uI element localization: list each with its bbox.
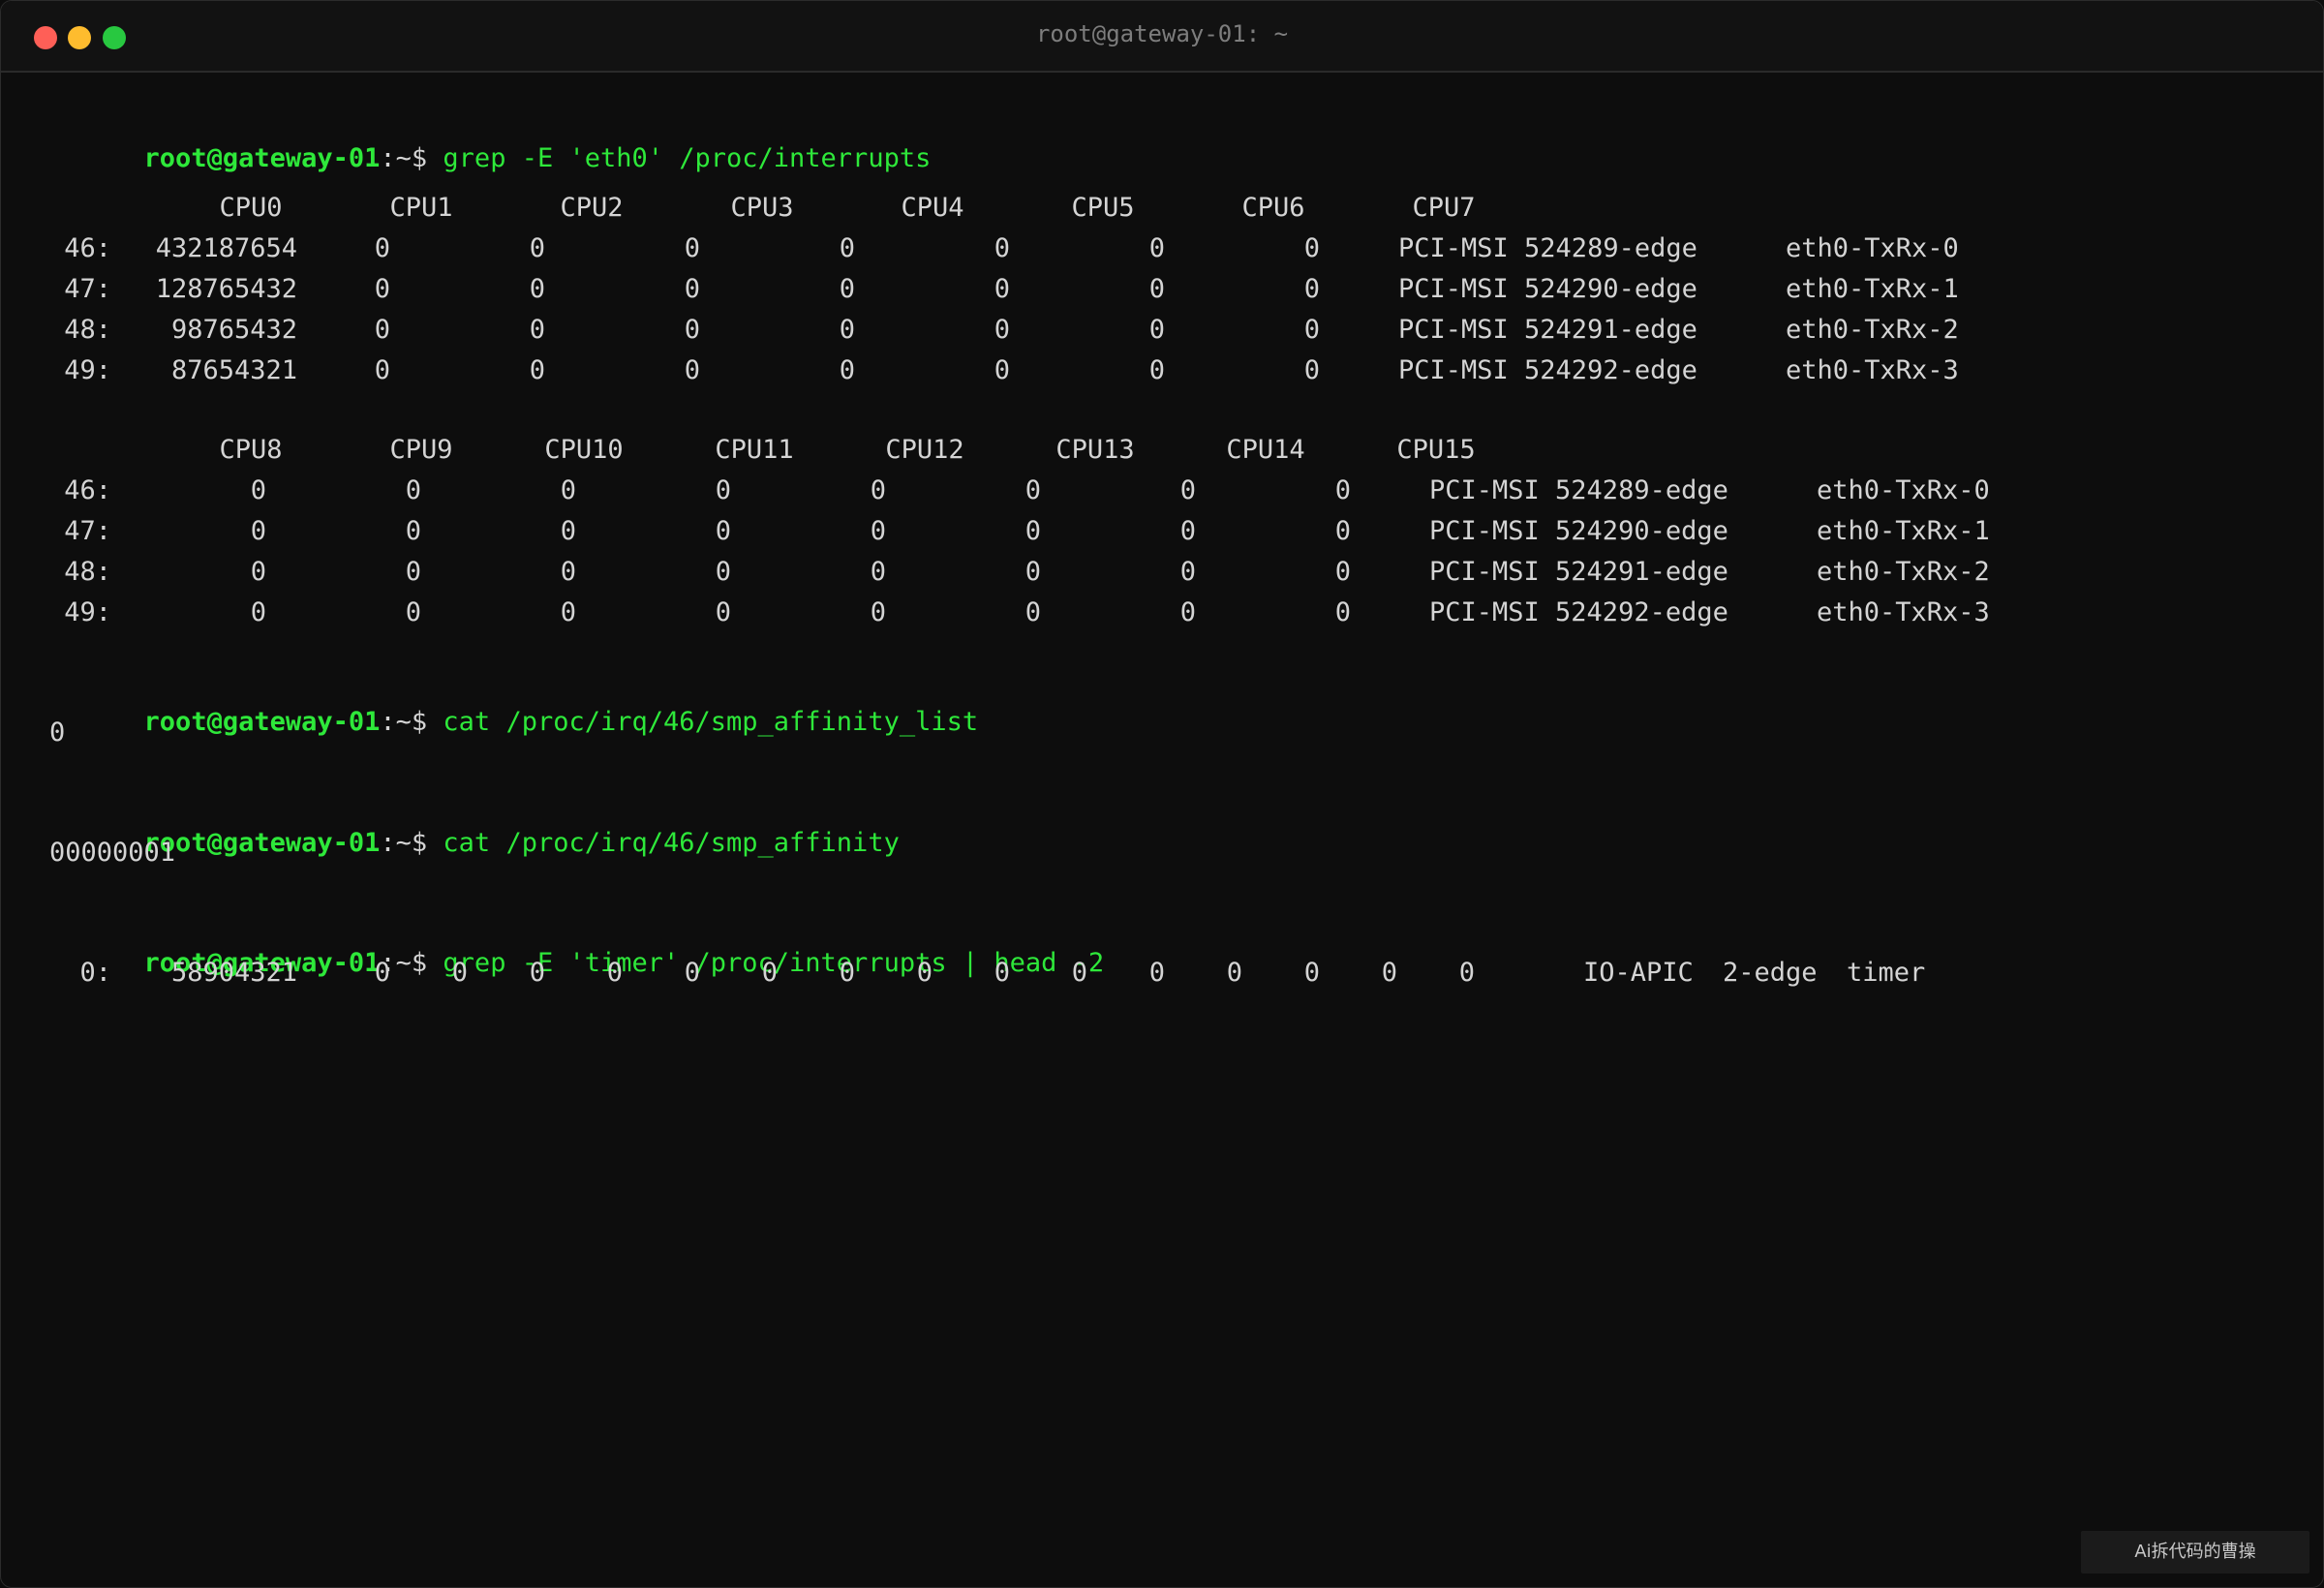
column-header: CPU12 (885, 435, 964, 465)
prompt-user-host: root@gateway-01 (143, 143, 381, 173)
command-line: root@gateway-01:~$ grep -E 'eth0' /proc/… (49, 113, 932, 203)
interrupt-name: eth0-TxRx-3 (1817, 597, 1990, 627)
interrupt-name: eth0-TxRx-0 (1786, 233, 1959, 263)
column-header: CPU3 (730, 193, 794, 223)
interrupt-name: eth0-TxRx-3 (1786, 355, 1959, 385)
interrupt-type: PCI-MSI 524291-edge (1429, 557, 1728, 587)
column-header: CPU7 (1412, 193, 1476, 223)
command-line: root@gateway-01:~$ cat /proc/irq/46/smp_… (49, 677, 979, 767)
interrupt-name: timer (1847, 958, 1926, 988)
column-header: CPU10 (544, 435, 624, 465)
cpu-count: 0 (1303, 233, 1320, 263)
column-header: CPU9 (389, 435, 453, 465)
command-output: 0 (49, 718, 66, 748)
column-header: CPU2 (560, 193, 624, 223)
interrupt-type: PCI-MSI 524290-edge (1429, 516, 1728, 546)
cpu-count: 0 (1334, 557, 1351, 587)
column-header: CPU6 (1241, 193, 1305, 223)
column-header: CPU1 (389, 193, 453, 223)
command-text: cat /proc/irq/46/smp_affinity (443, 828, 900, 858)
terminal-screen[interactable]: root@gateway-01:~$ grep -E 'eth0' /proc/… (1, 73, 2323, 1587)
terminal-window: root@gateway-01: ~ root@gateway-01:~$ gr… (0, 0, 2324, 1588)
column-header: CPU15 (1396, 435, 1476, 465)
window-title: root@gateway-01: ~ (1035, 20, 1289, 47)
column-header: CPU11 (715, 435, 794, 465)
interrupt-name: eth0-TxRx-1 (1817, 516, 1990, 546)
column-header: CPU8 (219, 435, 283, 465)
cpu-count: 0 (1303, 315, 1320, 345)
prompt-user-host: root@gateway-01 (143, 828, 381, 858)
command-line: root@gateway-01:~$ cat /proc/irq/46/smp_… (49, 798, 900, 888)
interrupt-name: eth0-TxRx-2 (1817, 557, 1990, 587)
cpu-count: 0 (1334, 597, 1351, 627)
command-output: 00000001 (49, 838, 176, 868)
interrupt-type: PCI-MSI 524292-edge (1429, 597, 1728, 627)
cpu-count: 0 (1303, 355, 1320, 385)
interrupt-type: PCI-MSI 524290-edge (1398, 274, 1697, 304)
prompt-path: :~$ (380, 707, 443, 737)
column-header: CPU5 (1071, 193, 1135, 223)
interrupt-type: PCI-MSI 524289-edge (1398, 233, 1697, 263)
interrupt-type: PCI-MSI 524291-edge (1398, 315, 1697, 345)
interrupt-name: eth0-TxRx-1 (1786, 274, 1959, 304)
prompt-path: :~$ (380, 828, 443, 858)
interrupt-type: PCI-MSI 524292-edge (1398, 355, 1697, 385)
command-text: grep -E 'eth0' /proc/interrupts (443, 143, 932, 173)
interrupt-name: eth0-TxRx-0 (1817, 475, 1990, 505)
cpu-count: 0 (1458, 958, 1475, 988)
command-text: cat /proc/irq/46/smp_affinity_list (443, 707, 979, 737)
column-header: CPU4 (901, 193, 964, 223)
column-header: CPU13 (1055, 435, 1135, 465)
cpu-count: 0 (1334, 516, 1351, 546)
interrupt-type: PCI-MSI 524289-edge (1429, 475, 1728, 505)
interrupt-name: eth0-TxRx-2 (1786, 315, 1959, 345)
watermark: Ai拆代码的曹操@opencao.cn (2081, 1531, 2309, 1587)
column-header: CPU0 (219, 193, 283, 223)
prompt-path: :~$ (380, 143, 443, 173)
cpu-count: 0 (1303, 274, 1320, 304)
title-bar: root@gateway-01: ~ (1, 1, 2323, 73)
cpu-count: 0 (1334, 475, 1351, 505)
prompt-user-host: root@gateway-01 (143, 707, 381, 737)
interrupt-edge: 2-edge (1723, 958, 1818, 988)
column-header: CPU14 (1226, 435, 1305, 465)
interrupt-type: IO-APIC (1583, 958, 1694, 988)
